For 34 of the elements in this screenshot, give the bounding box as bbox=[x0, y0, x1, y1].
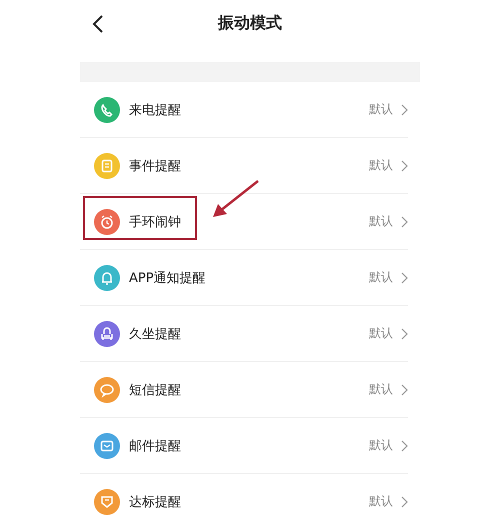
page-title: 振动模式 bbox=[218, 12, 282, 34]
settings-row[interactable]: 短信提醒 默认 bbox=[80, 362, 408, 418]
row-value: 默认 bbox=[369, 381, 393, 398]
row-label: 短信提醒 bbox=[129, 382, 182, 398]
row-label: 事件提醒 bbox=[129, 158, 182, 174]
settings-row[interactable]: 久坐提醒 默认 bbox=[80, 306, 408, 362]
settings-row[interactable]: 邮件提醒 默认 bbox=[80, 418, 408, 474]
settings-row[interactable]: 来电提醒 默认 bbox=[80, 82, 408, 138]
settings-row[interactable]: 达标提醒 默认 bbox=[80, 474, 408, 520]
settings-row[interactable]: APP通知提醒 默认 bbox=[80, 250, 408, 306]
chevron-right-icon bbox=[401, 440, 408, 452]
row-value: 默认 bbox=[369, 157, 393, 174]
row-label: 来电提醒 bbox=[129, 102, 182, 118]
row-label: 手环闹钟 bbox=[129, 214, 182, 230]
row-value: 默认 bbox=[369, 325, 393, 342]
back-icon[interactable] bbox=[92, 14, 104, 34]
row-label: 久坐提醒 bbox=[129, 326, 182, 342]
chevron-right-icon bbox=[401, 384, 408, 396]
row-value: 默认 bbox=[369, 493, 393, 510]
row-value: 默认 bbox=[369, 437, 393, 454]
row-label: APP通知提醒 bbox=[129, 270, 207, 286]
chevron-right-icon bbox=[401, 216, 408, 228]
row-value: 默认 bbox=[369, 213, 393, 230]
row-label: 邮件提醒 bbox=[129, 438, 182, 454]
row-label: 达标提醒 bbox=[129, 494, 182, 510]
row-value: 默认 bbox=[369, 101, 393, 118]
settings-row[interactable]: 事件提醒 默认 bbox=[80, 138, 408, 194]
chevron-right-icon bbox=[401, 160, 408, 172]
settings-row[interactable]: 手环闹钟 默认 bbox=[80, 194, 408, 250]
chevron-right-icon bbox=[401, 272, 408, 284]
row-value: 默认 bbox=[369, 269, 393, 286]
chevron-right-icon bbox=[401, 328, 408, 340]
chevron-right-icon bbox=[401, 104, 408, 116]
chevron-right-icon bbox=[401, 496, 408, 508]
